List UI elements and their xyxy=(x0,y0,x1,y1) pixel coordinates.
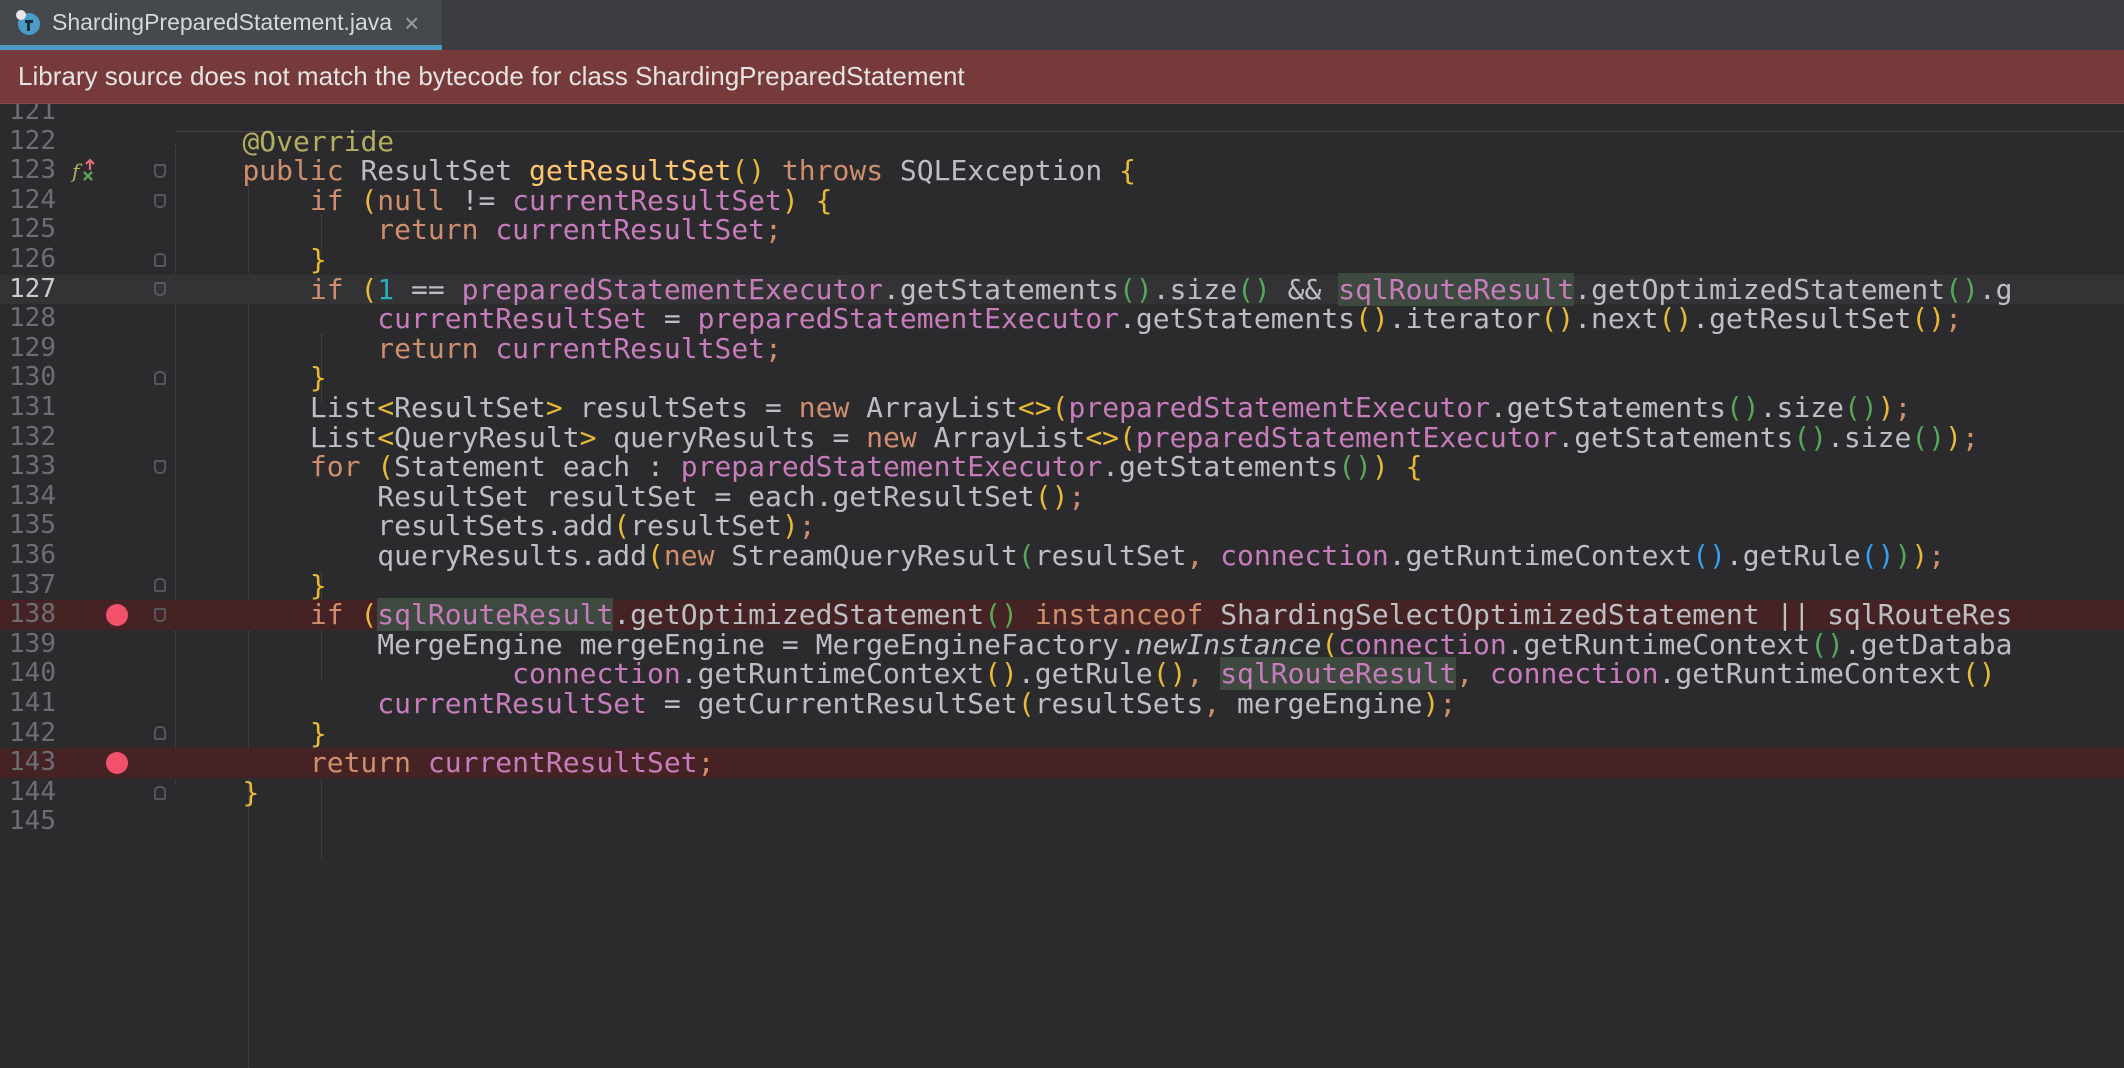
code-line[interactable]: 132 List<QueryResult> queryResults = new… xyxy=(0,422,2124,453)
tab-sharding-prepared-statement[interactable]: ShardingPreparedStatement.java × xyxy=(0,0,442,50)
code-line[interactable]: 127 if (1 == preparedStatementExecutor.g… xyxy=(0,272,2124,306)
code-line[interactable]: 139 MergeEngine mergeEngine = MergeEngin… xyxy=(0,629,2124,660)
code-line[interactable]: 136 queryResults.add(new StreamQueryResu… xyxy=(0,540,2124,571)
line-number[interactable]: 142 xyxy=(0,718,56,749)
fold-marker-icon[interactable] xyxy=(154,459,166,474)
tab-filename: ShardingPreparedStatement.java xyxy=(52,9,393,35)
fold-marker-icon[interactable] xyxy=(154,785,166,800)
line-number[interactable]: 124 xyxy=(0,185,56,216)
code-text[interactable]: resultSets.add(resultSet); xyxy=(175,511,815,541)
line-number[interactable]: 132 xyxy=(0,422,56,453)
code-text[interactable]: return currentResultSet; xyxy=(175,333,782,364)
code-text[interactable]: } xyxy=(175,777,259,808)
fold-marker-icon[interactable] xyxy=(154,371,166,386)
code-text[interactable]: queryResults.add(new StreamQueryResult(r… xyxy=(175,541,1945,571)
line-number[interactable]: 127 xyxy=(0,274,56,305)
code-line[interactable]: 129 return currentResultSet; xyxy=(0,333,2124,364)
code-line[interactable]: 137 } xyxy=(0,570,2124,601)
line-number[interactable]: 139 xyxy=(0,629,56,660)
fold-marker-icon[interactable] xyxy=(154,578,166,593)
line-number[interactable]: 144 xyxy=(0,777,56,808)
java-class-icon xyxy=(16,9,40,35)
code-text[interactable]: return currentResultSet; xyxy=(175,748,715,778)
code-text[interactable]: } xyxy=(175,363,327,393)
line-number[interactable]: 130 xyxy=(0,363,56,393)
code-line[interactable]: 145 xyxy=(0,807,2124,837)
code-text[interactable]: connection.getRuntimeContext().getRule()… xyxy=(175,657,1996,691)
code-line[interactable]: 128 currentResultSet = preparedStatement… xyxy=(0,304,2124,334)
code-line[interactable]: 138 if (sqlRouteResult.getOptimizedState… xyxy=(0,598,2124,632)
code-text[interactable]: public ResultSet getResultSet() throws S… xyxy=(175,156,1136,186)
code-text[interactable]: List<QueryResult> queryResults = new Arr… xyxy=(175,422,1979,453)
line-number[interactable]: 140 xyxy=(0,659,56,689)
line-number[interactable]: 134 xyxy=(0,481,56,512)
breakpoint-icon[interactable] xyxy=(106,751,128,774)
line-number[interactable]: 143 xyxy=(0,748,56,778)
implements-method-icon[interactable]: f xyxy=(70,156,100,186)
line-number[interactable]: 125 xyxy=(0,215,56,245)
code-line[interactable]: 134 ResultSet resultSet = each.getResult… xyxy=(0,481,2124,512)
fold-marker-icon[interactable] xyxy=(154,607,166,622)
fold-marker-icon[interactable] xyxy=(154,193,166,208)
code-line[interactable]: 143 return currentResultSet; xyxy=(0,748,2124,778)
line-number[interactable]: 138 xyxy=(0,600,56,630)
fold-marker-icon[interactable] xyxy=(154,252,166,267)
code-text[interactable]: currentResultSet = getCurrentResultSet(r… xyxy=(175,689,1456,719)
line-number[interactable]: 128 xyxy=(0,304,56,334)
code-line[interactable]: 125 return currentResultSet; xyxy=(0,215,2124,245)
code-line[interactable]: 144 } xyxy=(0,777,2124,808)
line-number[interactable]: 126 xyxy=(0,244,56,275)
code-text[interactable]: MergeEngine mergeEngine = MergeEngineFac… xyxy=(175,629,2012,660)
line-number[interactable]: 129 xyxy=(0,333,56,364)
breakpoint-icon[interactable] xyxy=(106,603,128,626)
code-text[interactable]: for (Statement each : preparedStatementE… xyxy=(175,452,1423,482)
code-text[interactable]: } xyxy=(175,245,327,275)
code-text[interactable]: @Override xyxy=(175,126,394,157)
code-lines: 121 122 @Override 123 f public ResultSet ge… xyxy=(0,104,2124,1068)
code-text[interactable]: List<ResultSet> resultSets = new ArrayLi… xyxy=(175,393,1912,423)
banner-message: Library source does not match the byteco… xyxy=(18,61,965,91)
line-number[interactable]: 136 xyxy=(0,540,56,571)
editor-tab-bar: ShardingPreparedStatement.java × xyxy=(0,0,2124,50)
code-editor[interactable]: 121 122 @Override 123 f public ResultSet ge… xyxy=(0,104,2124,1068)
code-line[interactable]: 135 resultSets.add(resultSet); xyxy=(0,511,2124,541)
code-text[interactable]: } xyxy=(175,570,327,601)
code-line[interactable]: 133 for (Statement each : preparedStatem… xyxy=(0,452,2124,482)
code-line[interactable]: 121 xyxy=(0,104,2124,127)
code-line[interactable]: 141 currentResultSet = getCurrentResultS… xyxy=(0,688,2124,719)
line-number[interactable]: 131 xyxy=(0,392,56,423)
code-line[interactable]: 124 if (null != currentResultSet) { xyxy=(0,185,2124,216)
code-line[interactable]: 131 List<ResultSet> resultSets = new Arr… xyxy=(0,392,2124,423)
code-text[interactable]: ResultSet resultSet = each.getResultSet(… xyxy=(175,481,1085,512)
line-number[interactable]: 137 xyxy=(0,570,56,601)
code-text[interactable]: } xyxy=(175,718,327,749)
code-line[interactable]: 130 } xyxy=(0,363,2124,393)
code-line[interactable]: 122 @Override xyxy=(0,126,2124,157)
line-number[interactable]: 141 xyxy=(0,688,56,719)
code-line[interactable]: 126 } xyxy=(0,244,2124,275)
line-number[interactable]: 133 xyxy=(0,452,56,482)
ide-window: ShardingPreparedStatement.java × Library… xyxy=(0,0,2124,1068)
fold-marker-icon[interactable] xyxy=(154,282,166,297)
code-text[interactable]: return currentResultSet; xyxy=(175,215,782,245)
svg-text:f: f xyxy=(70,159,83,183)
line-number[interactable]: 121 xyxy=(0,104,56,127)
bytecode-mismatch-banner: Library source does not match the byteco… xyxy=(0,50,2124,104)
fold-marker-icon[interactable] xyxy=(154,726,166,741)
code-text[interactable]: if (1 == preparedStatementExecutor.getSt… xyxy=(175,272,2013,306)
fold-marker-icon[interactable] xyxy=(154,163,166,178)
line-number[interactable]: 123 xyxy=(0,156,56,186)
close-tab-icon[interactable]: × xyxy=(404,10,419,36)
line-number[interactable]: 135 xyxy=(0,511,56,541)
code-text[interactable]: if (null != currentResultSet) { xyxy=(175,185,833,216)
line-number[interactable]: 122 xyxy=(0,126,56,157)
code-line[interactable]: 140 connection.getRuntimeContext().getRu… xyxy=(0,657,2124,691)
code-text[interactable]: currentResultSet = preparedStatementExec… xyxy=(175,304,1962,334)
code-line[interactable]: 142 } xyxy=(0,718,2124,749)
code-line[interactable]: 123 f public ResultSet getResultSet() thr… xyxy=(0,156,2124,186)
line-number[interactable]: 145 xyxy=(0,807,56,837)
code-text[interactable]: if (sqlRouteResult.getOptimizedStatement… xyxy=(175,598,2013,632)
